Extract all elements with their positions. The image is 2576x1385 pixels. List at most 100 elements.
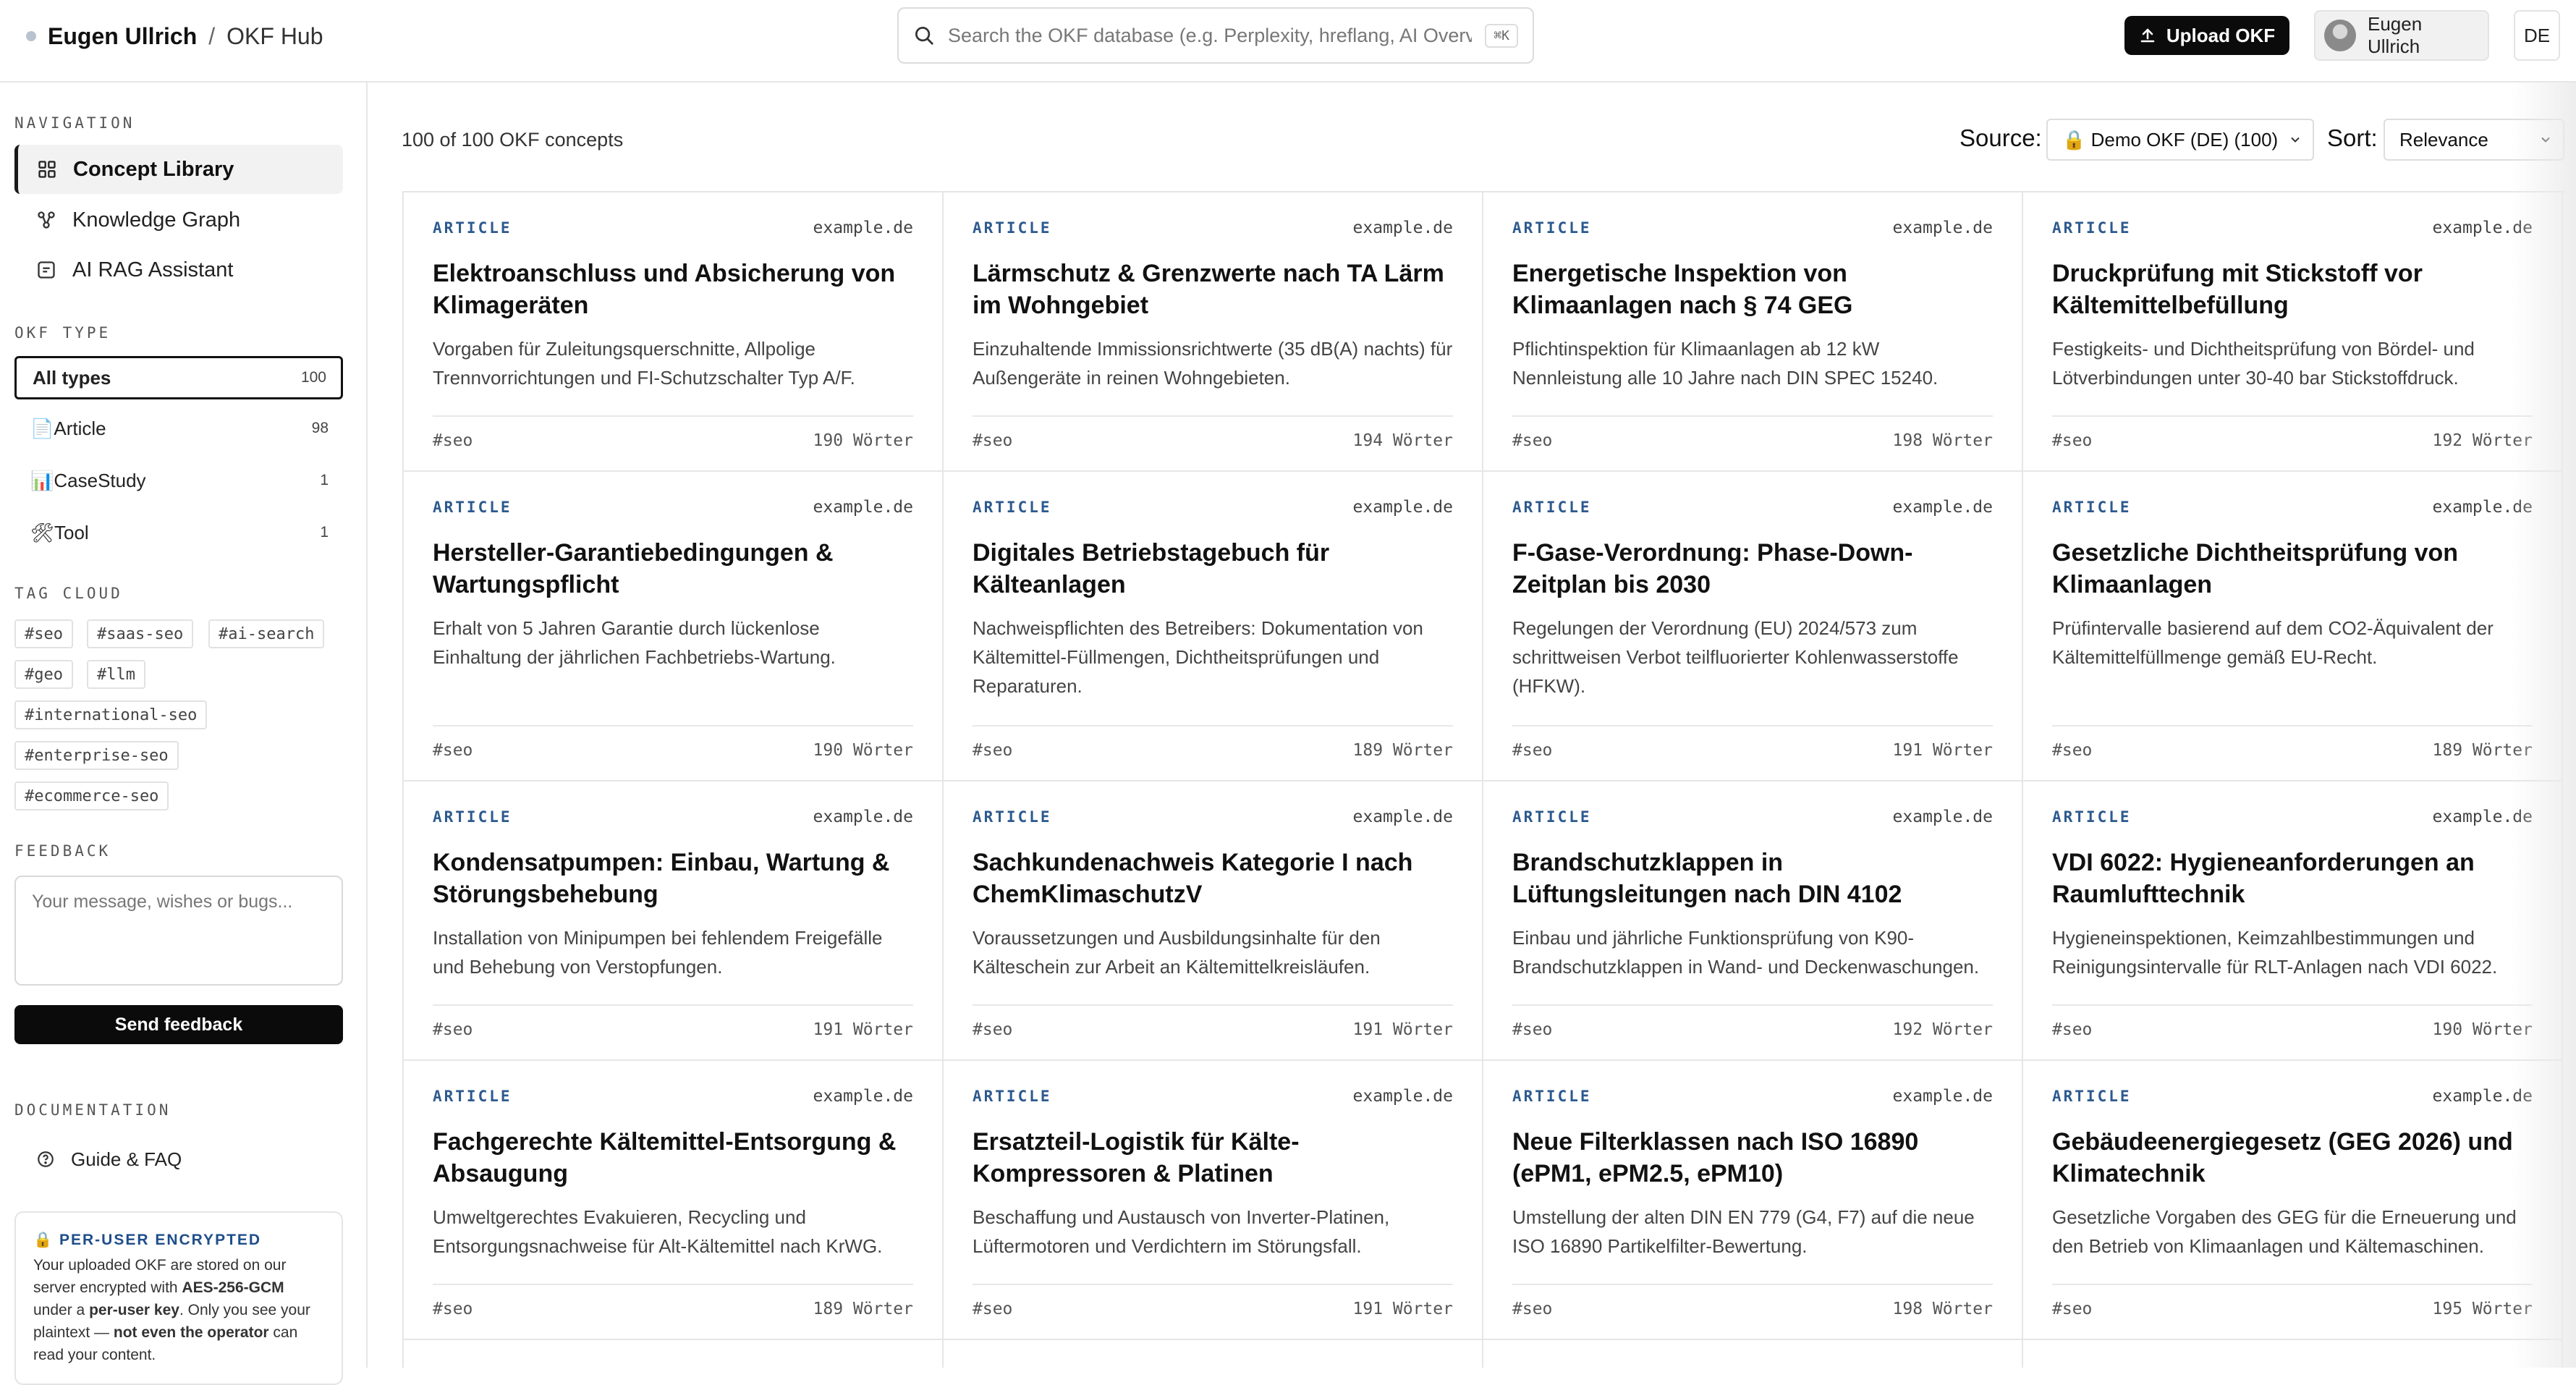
concept-card[interactable]: ARTICLE example.de Druckprüfung mit Sticks… [2023, 192, 2563, 472]
card-tag[interactable]: #seo [2052, 1300, 2092, 1318]
card-tag[interactable]: #seo [2052, 1020, 2092, 1039]
card-word-count: 192 Wörter [1892, 1020, 1993, 1039]
card-title[interactable]: Neue Filterklassen nach ISO 16890 (ePM1,… [1512, 1126, 1993, 1190]
concept-card[interactable]: ARTICLE example.de Energetische Inspektion… [1483, 192, 2023, 472]
card-title[interactable]: Kondensatpumpen: Einbau, Wartung & Störu… [433, 847, 913, 910]
status-dot-icon [26, 31, 36, 41]
card-domain: example.de [1352, 808, 1453, 826]
card-tag[interactable]: #seo [2052, 741, 2092, 760]
card-domain: example.de [2432, 219, 2533, 237]
concept-card-partial[interactable] [944, 1340, 1483, 1368]
card-word-count: 189 Wörter [1352, 741, 1453, 760]
concept-card[interactable]: ARTICLE example.de F-Gase-Verordnung: Phas… [1483, 472, 2023, 782]
concept-card[interactable]: ARTICLE example.de Elektroanschluss und Ab… [404, 192, 944, 472]
nav-item-ai-rag-assistant[interactable]: AI RAG Assistant [14, 245, 343, 295]
card-title[interactable]: Lärmschutz & Grenzwerte nach TA Lärm im … [973, 258, 1453, 321]
card-description: Einbau und jährliche Funktionsprüfung vo… [1512, 927, 1980, 978]
hub-name[interactable]: OKF Hub [226, 23, 323, 50]
concept-card[interactable]: ARTICLE example.de Hersteller-Garantiebedi… [404, 472, 944, 782]
concept-card[interactable]: ARTICLE example.de VDI 6022: Hygieneanford… [2023, 782, 2563, 1061]
card-footer: #seo 191 Wörter [973, 1284, 1453, 1318]
card-word-count: 191 Wörter [1352, 1020, 1453, 1039]
concept-card[interactable]: ARTICLE example.de Lärmschutz & Grenzwerte… [944, 192, 1483, 472]
document-icon: 📄 [30, 417, 54, 439]
tag-international-seo[interactable]: #international-seo [14, 700, 208, 729]
card-title[interactable]: Brandschutzklappen in Lüftungsleitungen … [1512, 847, 1993, 910]
send-feedback-button[interactable]: Send feedback [14, 1005, 343, 1044]
chevron-down-icon [2291, 137, 2300, 143]
type-filter-all[interactable]: All types 100 [14, 356, 343, 399]
tag-seo[interactable]: #seo [14, 619, 73, 648]
card-title[interactable]: Gesetzliche Dichtheitsprüfung von Klimaa… [2052, 537, 2533, 601]
card-title[interactable]: Sachkundenachweis Kategorie I nach ChemK… [973, 847, 1453, 910]
language-button[interactable]: DE [2514, 10, 2560, 61]
card-tag[interactable]: #seo [973, 741, 1012, 760]
card-title[interactable]: Energetische Inspektion von Klimaanlagen… [1512, 258, 1993, 321]
card-title[interactable]: F-Gase-Verordnung: Phase-Down-Zeitplan b… [1512, 537, 1993, 601]
concept-card[interactable]: ARTICLE example.de Ersatzteil-Logistik für… [944, 1061, 1483, 1340]
nav-item-label: Knowledge Graph [72, 208, 241, 232]
card-tag[interactable]: #seo [973, 1300, 1012, 1318]
sort-select[interactable]: Relevance [2384, 119, 2564, 161]
card-title[interactable]: Gebäudeenergiegesetz (GEG 2026) und Klim… [2052, 1126, 2533, 1190]
card-tag[interactable]: #seo [1512, 741, 1552, 760]
type-filter-article[interactable]: 📄Article 98 [14, 407, 343, 450]
source-value: 🔒 Demo OKF (DE) (100) [2062, 128, 2279, 151]
card-tag[interactable]: #seo [433, 431, 473, 450]
source-select[interactable]: 🔒 Demo OKF (DE) (100) [2046, 119, 2314, 161]
card-tag[interactable]: #seo [1512, 1300, 1552, 1318]
card-title[interactable]: Elektroanschluss und Absicherung von Kli… [433, 258, 913, 321]
grid-icon [38, 161, 56, 178]
concept-card[interactable]: ARTICLE example.de Neue Filterklassen nach… [1483, 1061, 2023, 1340]
search-bar[interactable]: ⌘K [897, 7, 1534, 64]
card-title[interactable]: Hersteller-Garantiebedingungen & Wartung… [433, 537, 913, 601]
tag-ai-search[interactable]: #ai-search [208, 619, 325, 648]
tag-geo[interactable]: #geo [14, 660, 73, 689]
concept-card[interactable]: ARTICLE example.de Fachgerechte Kältemitte… [404, 1061, 944, 1340]
tag-enterprise-seo[interactable]: #enterprise-seo [14, 741, 179, 770]
card-tag[interactable]: #seo [433, 1300, 473, 1318]
concept-card-partial[interactable] [1483, 1340, 2023, 1368]
nav-item-concept-library[interactable]: Concept Library [14, 145, 343, 194]
concept-card[interactable]: ARTICLE example.de Digitales Betriebstageb… [944, 472, 1483, 782]
breadcrumb-separator: / [208, 22, 216, 49]
card-header: ARTICLE example.de [973, 498, 1453, 517]
concept-card[interactable]: ARTICLE example.de Brandschutzklappen in L… [1483, 782, 2023, 1061]
card-title[interactable]: Fachgerechte Kältemittel-Entsorgung & Ab… [433, 1126, 913, 1190]
nav-item-label: Concept Library [73, 157, 234, 181]
tag-ecommerce-seo[interactable]: #ecommerce-seo [14, 782, 169, 810]
card-tag[interactable]: #seo [433, 741, 473, 760]
type-filter-casestudy[interactable]: 📊CaseStudy 1 [14, 459, 343, 502]
card-title[interactable]: Druckprüfung mit Stickstoff vor Kältemit… [2052, 258, 2533, 321]
concept-card-partial[interactable] [2023, 1340, 2563, 1368]
card-tag[interactable]: #seo [1512, 431, 1552, 450]
card-description: Hygieneinspektionen, Keimzahlbestimmunge… [2052, 927, 2498, 978]
chart-icon: 📊 [30, 469, 54, 491]
guide-faq-link[interactable]: Guide & FAQ [14, 1135, 343, 1184]
type-filter-tool[interactable]: 🛠Tool 1 [14, 511, 343, 554]
workspace-owner[interactable]: Eugen Ullrich [48, 23, 197, 50]
concept-card[interactable]: ARTICLE example.de Sachkundenachweis Kateg… [944, 782, 1483, 1061]
card-tag[interactable]: #seo [973, 431, 1012, 450]
search-input[interactable] [948, 24, 1473, 47]
card-tag[interactable]: #seo [973, 1020, 1012, 1039]
feedback-input[interactable] [14, 876, 343, 986]
upload-okf-button[interactable]: Upload OKF [2124, 16, 2289, 55]
card-tag[interactable]: #seo [433, 1020, 473, 1039]
tag-saas-seo[interactable]: #saas-seo [87, 619, 194, 648]
encryption-text: Your uploaded OKF are stored on our serv… [33, 1257, 310, 1363]
card-tag[interactable]: #seo [2052, 431, 2092, 450]
card-title[interactable]: VDI 6022: Hygieneanforderungen an Raumlu… [2052, 847, 2533, 910]
nav-item-knowledge-graph[interactable]: Knowledge Graph [14, 195, 343, 245]
card-title[interactable]: Ersatzteil-Logistik für Kälte-Kompressor… [973, 1126, 1453, 1190]
tag-llm[interactable]: #llm [87, 660, 145, 689]
concept-card[interactable]: ARTICLE example.de Gesetzliche Dichtheitsp… [2023, 472, 2563, 782]
concept-card[interactable]: ARTICLE example.de Gebäudeenergiegesetz (G… [2023, 1061, 2563, 1340]
card-header: ARTICLE example.de [433, 1087, 913, 1106]
account-button[interactable]: Eugen Ullrich [2314, 10, 2489, 61]
card-footer: #seo 189 Wörter [973, 725, 1453, 760]
concept-card[interactable]: ARTICLE example.de Kondensatpumpen: Einbau… [404, 782, 944, 1061]
concept-card-partial[interactable] [404, 1340, 944, 1368]
card-title[interactable]: Digitales Betriebstagebuch für Kälteanla… [973, 537, 1453, 601]
card-tag[interactable]: #seo [1512, 1020, 1552, 1039]
